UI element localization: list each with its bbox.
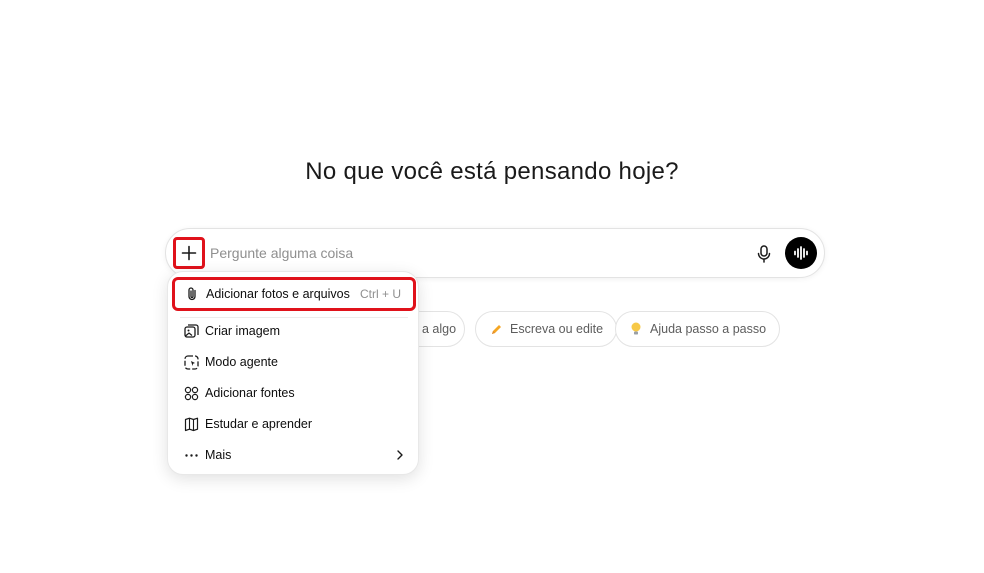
chip-label: Ajuda passo a passo [650,322,767,336]
menu-item-add-photos-files[interactable]: Adicionar fotos e arquivos Ctrl + U [172,277,416,311]
menu-item-label: Adicionar fontes [205,386,295,400]
add-attachment-button[interactable] [173,237,205,269]
chip-label: a algo [422,322,457,336]
menu-item-label: Adicionar fotos e arquivos [206,287,350,301]
suggestion-chip-write-edit[interactable]: Escreva ou edite [475,311,618,347]
lightbulb-icon [629,322,643,336]
sources-icon [183,385,199,401]
voice-mode-button[interactable] [785,237,817,269]
menu-item-label: Modo agente [205,355,278,369]
agent-icon [183,354,199,370]
image-icon [183,323,199,339]
keyboard-shortcut: Ctrl + U [359,287,401,301]
pencil-icon [489,322,503,336]
menu-item-agent-mode[interactable]: Modo agente [168,347,420,377]
dictate-button[interactable] [752,242,776,266]
menu-item-add-sources[interactable]: Adicionar fontes [168,378,420,408]
book-icon [183,416,199,432]
attachment-menu: Adicionar fotos e arquivos Ctrl + U Cria… [167,271,419,475]
menu-item-label: Mais [205,448,232,462]
prompt-input[interactable] [210,239,750,267]
chip-label: Escreva ou edite [510,322,604,336]
menu-item-more[interactable]: Mais [168,440,420,470]
waveform-icon [794,246,808,260]
more-icon [183,447,199,463]
paperclip-icon [184,286,200,302]
menu-item-create-image[interactable]: Criar imagem [168,316,420,346]
menu-item-study-learn[interactable]: Estudar e aprender [168,409,420,439]
microphone-icon [757,245,771,263]
chevron-right-icon [394,448,406,462]
page-headline: No que você está pensando hoje? [305,158,679,185]
menu-item-label: Criar imagem [205,324,281,338]
suggestion-chip-step-by-step[interactable]: Ajuda passo a passo [615,311,781,347]
menu-item-label: Estudar e aprender [205,417,313,431]
plus-icon [181,245,197,261]
